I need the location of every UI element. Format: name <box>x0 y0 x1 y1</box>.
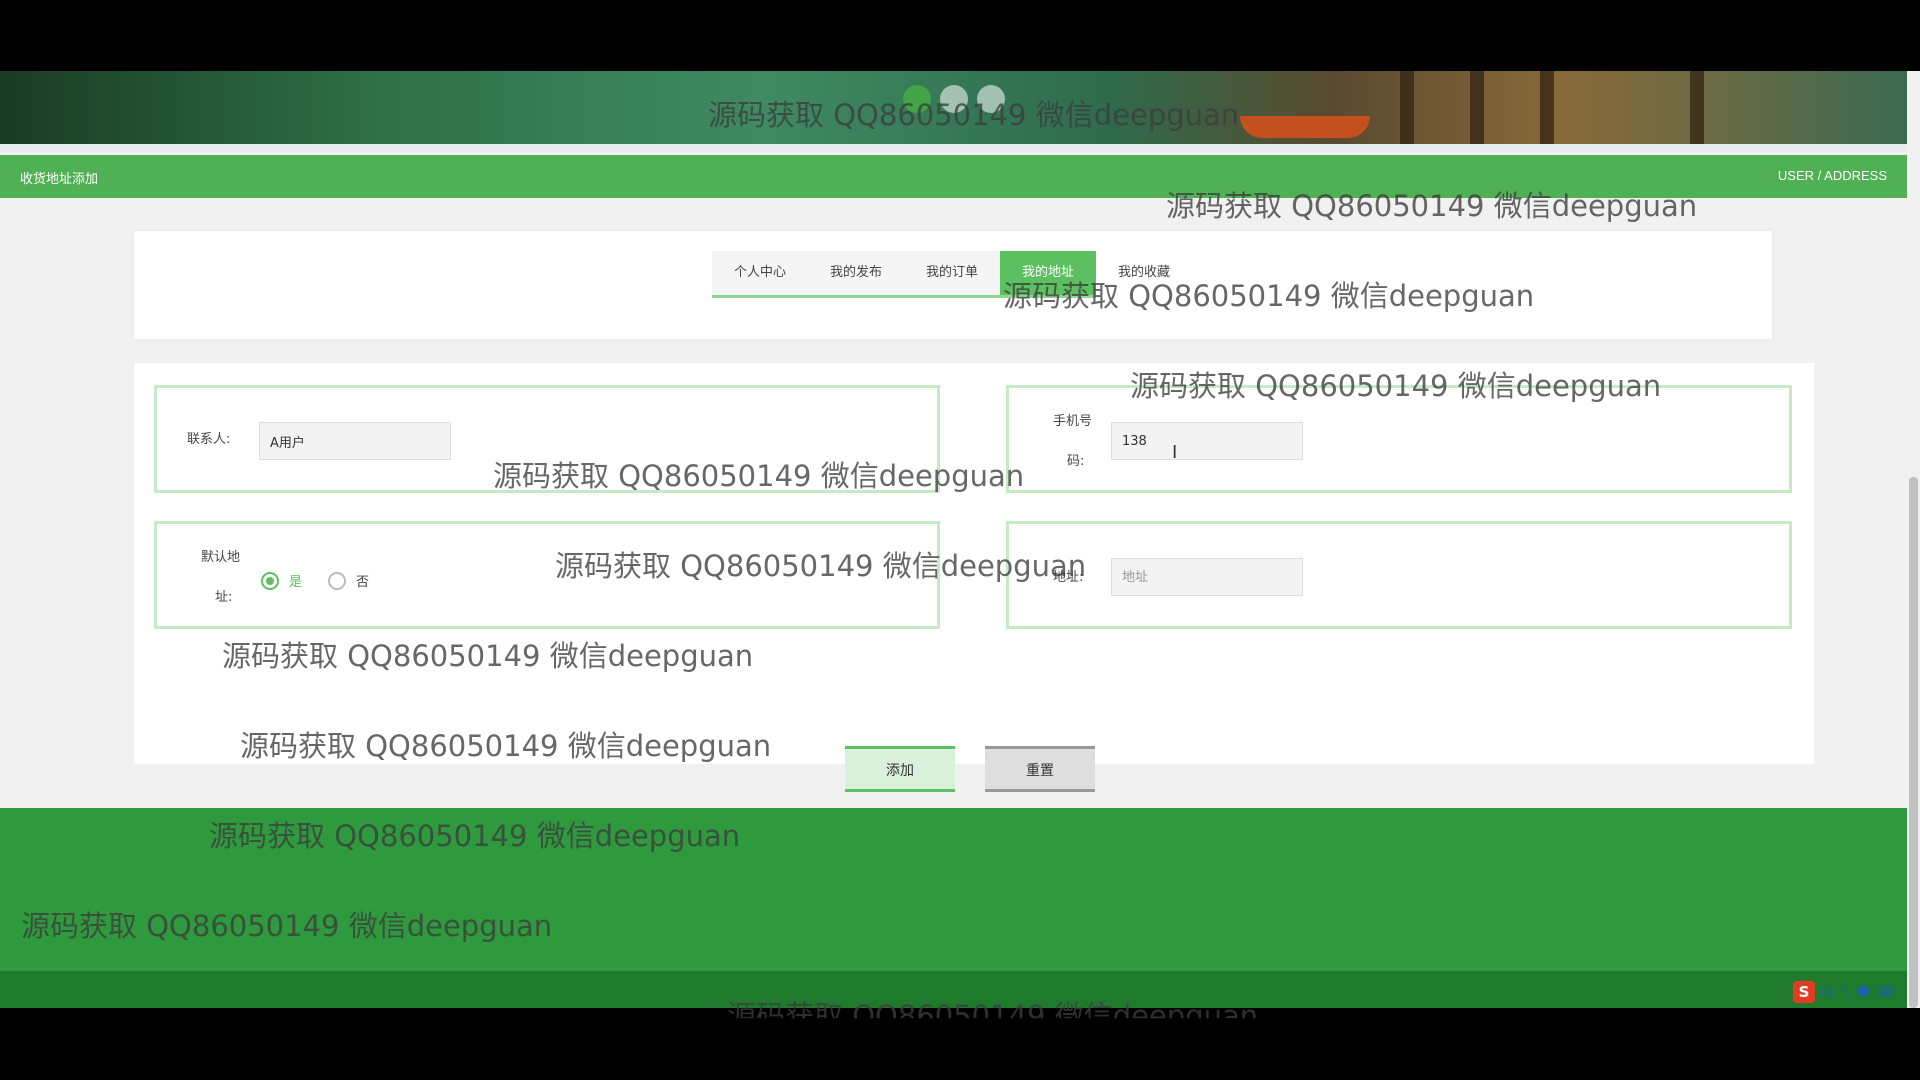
ime-mode-indicator[interactable]: 中 <box>1821 983 1834 1002</box>
phone-input[interactable] <box>1111 422 1303 460</box>
carousel-dot-2[interactable] <box>940 85 968 113</box>
address-input[interactable] <box>1111 558 1303 596</box>
tab-my-favorites[interactable]: 我的收藏 <box>1096 251 1192 295</box>
radio-checked-icon <box>261 571 279 590</box>
carousel-dot-1[interactable] <box>903 85 931 113</box>
tab-personal-center[interactable]: 个人中心 <box>712 251 808 298</box>
default-yes-label: 是 <box>289 575 303 590</box>
ime-punctuation-indicator[interactable]: °, <box>1840 985 1851 1000</box>
add-button[interactable]: 添加 <box>845 746 955 792</box>
default-label-line1: 默认地 <box>201 550 241 565</box>
browser-viewport: 收货地址添加 USER / ADDRESS 个人中心 我的发布 我的订单 我的地… <box>0 71 1907 1008</box>
page-title-bar: 收货地址添加 USER / ADDRESS <box>0 155 1907 198</box>
banner-boat <box>1240 116 1370 138</box>
footer <box>0 808 1907 972</box>
reset-button[interactable]: 重置 <box>985 746 1095 792</box>
contact-label: 联系人: <box>187 432 231 447</box>
ime-keyboard-icon[interactable]: ⌨ <box>1876 985 1895 1000</box>
tab-my-orders[interactable]: 我的订单 <box>904 251 1000 298</box>
default-label-line2: 址: <box>215 590 233 605</box>
carousel-dot-3[interactable] <box>977 85 1005 113</box>
banner-post <box>1690 71 1704 144</box>
scrollbar-thumb[interactable] <box>1909 477 1918 1008</box>
contact-input[interactable] <box>259 422 451 460</box>
ime-tray[interactable]: S 中 °, ☻ ⌨ <box>1793 981 1895 1003</box>
default-yes-radio[interactable]: 是 <box>261 571 302 590</box>
user-nav-tabs: 个人中心 我的发布 我的订单 我的地址 我的收藏 <box>712 251 1192 299</box>
banner-image <box>0 71 1907 144</box>
page-title: 收货地址添加 <box>20 172 99 187</box>
banner-post <box>1540 71 1554 144</box>
default-no-label: 否 <box>356 575 370 590</box>
user-nav-card: 个人中心 我的发布 我的订单 我的地址 我的收藏 <box>134 231 1772 339</box>
ime-emoji-icon[interactable]: ☻ <box>1857 985 1871 1000</box>
breadcrumb: USER / ADDRESS <box>1777 168 1887 183</box>
banner-divider <box>0 144 1907 152</box>
sogou-ime-icon[interactable]: S <box>1793 981 1815 1003</box>
footer-bottom-bar <box>0 971 1907 1008</box>
phone-label-line2: 码: <box>1067 454 1085 469</box>
text-cursor-icon: I <box>1172 442 1178 463</box>
address-label: 地址: <box>1053 570 1084 585</box>
banner-post <box>1400 71 1414 144</box>
tab-my-posts[interactable]: 我的发布 <box>808 251 904 298</box>
phone-field-group: 手机号 码: I <box>1006 385 1792 493</box>
phone-label-line1: 手机号 <box>1053 414 1093 429</box>
address-field-group: 地址: <box>1006 521 1792 629</box>
address-form: 联系人: 手机号 码: I 默认地 址: 是 否 地址: 添加 重置 <box>134 363 1814 792</box>
tab-my-address[interactable]: 我的地址 <box>1000 251 1096 298</box>
default-no-radio[interactable]: 否 <box>328 571 369 590</box>
banner-post <box>1470 71 1484 144</box>
contact-field-group: 联系人: <box>154 385 940 493</box>
radio-unchecked-icon <box>328 571 346 590</box>
default-address-group: 默认地 址: 是 否 <box>154 521 940 629</box>
